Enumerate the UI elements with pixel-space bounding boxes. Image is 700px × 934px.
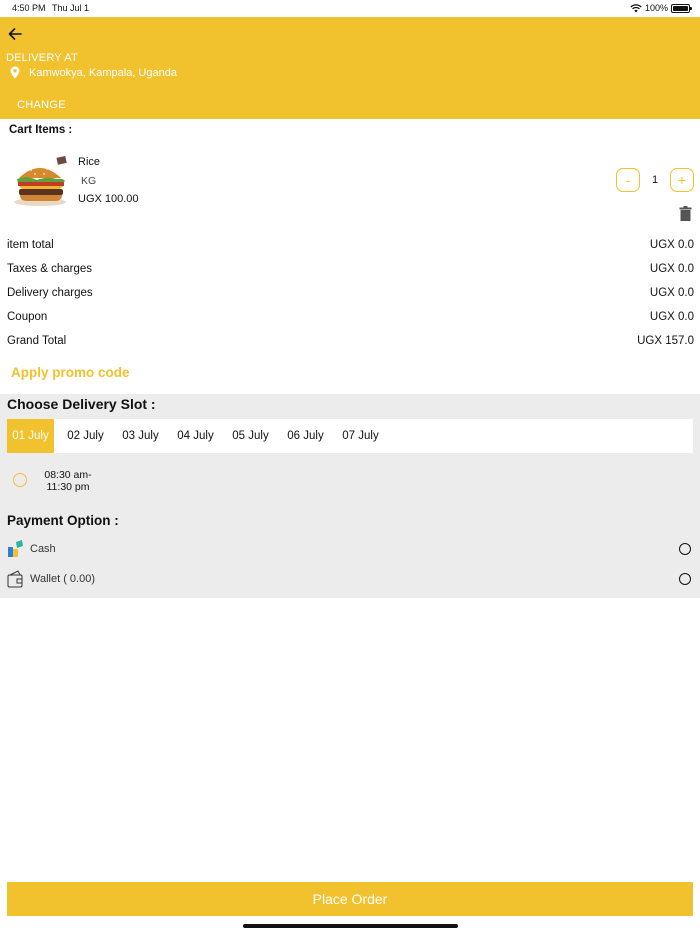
location-text: Kamwokya, Kampala, Uganda xyxy=(29,66,177,79)
battery-percent: 100% xyxy=(644,3,668,13)
location-pin-icon xyxy=(10,66,20,79)
payment-label: Cash xyxy=(30,543,56,555)
time-slot-radio[interactable] xyxy=(13,473,27,487)
wallet-icon xyxy=(7,570,23,588)
delivery-slot-title: Choose Delivery Slot : xyxy=(7,396,156,412)
date-tab-01-july[interactable]: 01 July xyxy=(7,419,54,453)
summary-label: item total xyxy=(7,239,54,251)
summary-value: UGX 0.0 xyxy=(649,263,694,275)
summary-row-coupon: Coupon UGX 0.0 xyxy=(7,311,694,323)
cash-icon xyxy=(8,540,23,557)
delivery-at-label: DELIVERY AT xyxy=(6,52,78,64)
date-tab-06-july[interactable]: 06 July xyxy=(278,419,333,453)
back-arrow-icon[interactable] xyxy=(6,25,24,43)
location-row: Kamwokya, Kampala, Uganda xyxy=(10,66,177,79)
burger-image xyxy=(14,156,67,206)
payment-label: Wallet ( 0.00) xyxy=(30,573,96,585)
wifi-icon xyxy=(630,3,642,12)
change-location-button[interactable]: CHANGE xyxy=(17,99,66,111)
summary-label: Delivery charges xyxy=(7,287,93,299)
summary-value: UGX 0.0 xyxy=(649,239,694,251)
date-tab-07-july[interactable]: 07 July xyxy=(333,419,388,453)
home-indicator xyxy=(243,924,458,928)
status-bar: 4:50 PM Thu Jul 1 100% xyxy=(0,0,700,17)
date-tab-04-july[interactable]: 04 July xyxy=(168,419,223,453)
summary-row-delivery: Delivery charges UGX 0.0 xyxy=(7,287,694,299)
summary-row-grand-total: Grand Total UGX 157.0 xyxy=(7,335,694,347)
date-tab-03-july[interactable]: 03 July xyxy=(113,419,168,453)
summary-label: Coupon xyxy=(7,311,48,323)
payment-radio-wallet[interactable] xyxy=(679,573,691,585)
battery-icon xyxy=(671,3,692,13)
trash-icon[interactable] xyxy=(679,206,692,221)
date-tab-02-july[interactable]: 02 July xyxy=(58,419,113,453)
date-tabs: 01 July 02 July 03 July 04 July 05 July … xyxy=(7,419,693,453)
item-name: Rice xyxy=(78,156,101,168)
summary-value: UGX 0.0 xyxy=(649,311,694,323)
summary-row-item-total: item total UGX 0.0 xyxy=(7,239,694,251)
delivery-header: DELIVERY AT Kamwokya, Kampala, Uganda CH… xyxy=(0,17,700,119)
summary-value: UGX 0.0 xyxy=(649,287,694,299)
summary-label: Taxes & charges xyxy=(7,263,93,275)
cart-items-title: Cart Items : xyxy=(9,124,73,136)
date-tab-05-july[interactable]: 05 July xyxy=(223,419,278,453)
payment-option-title: Payment Option : xyxy=(7,513,119,528)
payment-radio-cash[interactable] xyxy=(679,543,691,555)
apply-promo-code-link[interactable]: Apply promo code xyxy=(11,365,130,380)
quantity-increase-button[interactable]: + xyxy=(670,168,694,192)
payment-option-cash[interactable]: Cash xyxy=(7,540,693,560)
quantity-value: 1 xyxy=(651,174,659,186)
summary-label: Grand Total xyxy=(7,335,67,347)
summary-row-taxes: Taxes & charges UGX 0.0 xyxy=(7,263,694,275)
summary-value: UGX 157.0 xyxy=(637,335,694,347)
status-date: Thu Jul 1 xyxy=(52,3,90,13)
status-right: 100% xyxy=(630,3,692,13)
status-time: 4:50 PM xyxy=(12,3,46,13)
payment-option-wallet[interactable]: Wallet ( 0.00) xyxy=(7,570,693,590)
time-slot-label: 08:30 am-11:30 pm xyxy=(44,469,92,493)
place-order-button[interactable]: Place Order xyxy=(7,882,693,916)
item-price: UGX 100.00 xyxy=(78,193,139,205)
item-unit: KG xyxy=(81,175,97,187)
quantity-decrease-button[interactable]: - xyxy=(616,168,640,192)
